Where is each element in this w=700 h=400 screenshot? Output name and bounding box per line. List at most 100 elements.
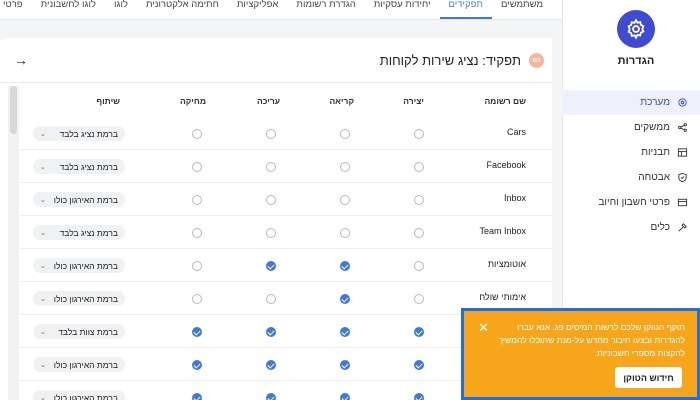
chevron-down-icon: ⌄ [40, 130, 46, 138]
edit-permission-radio[interactable] [266, 228, 276, 238]
delete-permission-radio[interactable] [192, 228, 202, 238]
share-level-value: ברמת האירגון כולו [53, 293, 118, 304]
tab-1[interactable]: תפקידים [439, 0, 492, 19]
delete-permission-radio[interactable] [192, 294, 202, 304]
read-permission-radio[interactable] [340, 162, 350, 172]
record-name: Inbox [503, 193, 526, 203]
sidebar-item-label: אבטחה [638, 172, 670, 183]
read-permission-radio[interactable] [340, 261, 350, 271]
sidebar-item-3[interactable]: אבטחה [562, 165, 700, 190]
create-permission-radio[interactable] [414, 294, 424, 304]
share-level-value: ברמת צוות בלבד [58, 326, 118, 337]
sidebar-item-label: פרטי חשבון וחיוב [598, 197, 670, 208]
share-level-select[interactable]: ברמת האירגון כולו ⌄ [33, 390, 125, 400]
delete-permission-radio[interactable] [192, 360, 202, 370]
share-level-select[interactable]: ברמת נציג בלבד ⌄ [33, 126, 125, 141]
table-row: Team Inbox ברמת נציג בלבד ⌄ [20, 217, 552, 249]
renew-token-button[interactable]: חידוש הטוקן [615, 367, 682, 388]
header-read: קריאה [329, 96, 354, 106]
share-icon [676, 122, 688, 134]
sidebar-item-label: ממשקים [633, 122, 670, 133]
create-permission-radio[interactable] [414, 393, 424, 400]
edit-permission-radio[interactable] [266, 360, 276, 370]
read-permission-radio[interactable] [340, 129, 350, 139]
edit-permission-radio[interactable] [266, 393, 276, 400]
edit-permission-radio[interactable] [266, 327, 276, 337]
edit-permission-radio[interactable] [266, 294, 276, 304]
sidebar-item-0[interactable]: מערכת [562, 90, 700, 115]
panel-header: נש תפקיד: נציג שירות לקוחות → [0, 38, 552, 83]
sidebar-item-5[interactable]: כלים [562, 215, 700, 240]
sidebar-item-1[interactable]: ממשקים [562, 115, 700, 140]
sidebar-item-4[interactable]: פרטי חשבון וחיוב [562, 190, 700, 215]
delete-permission-radio[interactable] [192, 327, 202, 337]
table-row: Facebook ברמת נציג בלבד ⌄ [20, 151, 552, 183]
share-level-value: ברמת נציג בלבד [59, 161, 118, 172]
record-name: אוטומציות [487, 259, 526, 269]
delete-permission-radio[interactable] [192, 393, 202, 400]
header-edit: עריכה [257, 96, 280, 106]
share-level-select[interactable]: ברמת נציג בלבד ⌄ [33, 225, 125, 240]
share-level-select[interactable]: ברמת האירגון כולו ⌄ [33, 192, 125, 207]
tab-2[interactable]: יחידות עסקיות [365, 0, 440, 19]
create-permission-radio[interactable] [414, 360, 424, 370]
create-permission-radio[interactable] [414, 129, 424, 139]
tab-3[interactable]: הגדרת רשומות [287, 0, 364, 19]
gear-icon [627, 18, 645, 40]
share-level-value: ברמת האירגון כולו [53, 392, 118, 400]
toast-message: תוקף הטוקן שלכם לרשות המיסים פג. אנא עבר… [498, 322, 685, 358]
edit-permission-radio[interactable] [266, 129, 276, 139]
create-permission-radio[interactable] [414, 327, 424, 337]
read-permission-radio[interactable] [340, 327, 350, 337]
tab-8[interactable]: פרטי חברה [0, 0, 32, 19]
read-permission-radio[interactable] [340, 360, 350, 370]
create-permission-radio[interactable] [414, 228, 424, 238]
share-level-select[interactable]: ברמת האירגון כולו ⌄ [33, 357, 125, 372]
create-permission-radio[interactable] [414, 261, 424, 271]
delete-permission-radio[interactable] [192, 162, 202, 172]
chevron-down-icon: ⌄ [40, 295, 46, 303]
sidebar-item-2[interactable]: תבניות [562, 140, 700, 165]
back-arrow-icon[interactable]: → [14, 52, 28, 68]
shield-icon [676, 172, 688, 184]
chevron-down-icon: ⌄ [40, 196, 46, 204]
tab-4[interactable]: אפליקציות [228, 0, 288, 19]
share-level-select[interactable]: ברמת נציג בלבד ⌄ [33, 159, 125, 174]
read-permission-radio[interactable] [340, 393, 350, 400]
table-row: Inbox ברמת האירגון כולו ⌄ [20, 184, 552, 216]
settings-logo [617, 10, 655, 48]
share-level-select[interactable]: ברמת האירגון כולו ⌄ [33, 258, 125, 273]
chevron-down-icon: ⌄ [40, 262, 46, 270]
tab-5[interactable]: חתימה אלקטרונית [137, 0, 228, 19]
table-row: אוטומציות ברמת האירגון כולו ⌄ [20, 250, 552, 282]
sidebar-nav: מערכת ממשקים תבניות אבטחה פרטי חשבון וחיוב כל… [562, 90, 700, 240]
delete-permission-radio[interactable] [192, 195, 202, 205]
share-level-select[interactable]: ברמת האירגון כולו ⌄ [33, 291, 125, 306]
create-permission-radio[interactable] [414, 195, 424, 205]
edit-permission-radio[interactable] [266, 195, 276, 205]
header-share: שיתוף [96, 96, 120, 106]
delete-permission-radio[interactable] [192, 129, 202, 139]
share-level-value: ברמת נציג בלבד [59, 128, 118, 139]
chevron-down-icon: ⌄ [40, 361, 46, 369]
edit-permission-radio[interactable] [266, 261, 276, 271]
chevron-down-icon: ⌄ [40, 163, 46, 171]
record-name: אימותי שולח [479, 292, 526, 302]
read-permission-radio[interactable] [340, 195, 350, 205]
read-permission-radio[interactable] [340, 294, 350, 304]
share-level-value: ברמת נציג בלבד [59, 227, 118, 238]
tab-6[interactable]: לוגו [105, 0, 137, 19]
tab-7[interactable]: לוגו לחשבונית [32, 0, 105, 19]
top-tabs-bar: משתמשים תפקידים יחידות עסקיות הגדרת רשומות א… [0, 0, 562, 20]
delete-permission-radio[interactable] [192, 261, 202, 271]
template-icon [676, 147, 688, 159]
tabs: משתמשים תפקידים יחידות עסקיות הגדרת רשומות א… [0, 0, 552, 19]
token-expired-toast: ✕ תוקף הטוקן שלכם לרשות המיסים פג. אנא ע… [461, 308, 700, 400]
tab-0[interactable]: משתמשים [492, 0, 552, 19]
header-name: שם רשומה [484, 96, 526, 106]
read-permission-radio[interactable] [340, 228, 350, 238]
create-permission-radio[interactable] [414, 162, 424, 172]
record-name: Team Inbox [479, 226, 526, 236]
share-level-select[interactable]: ברמת צוות בלבד ⌄ [33, 324, 125, 339]
edit-permission-radio[interactable] [266, 162, 276, 172]
